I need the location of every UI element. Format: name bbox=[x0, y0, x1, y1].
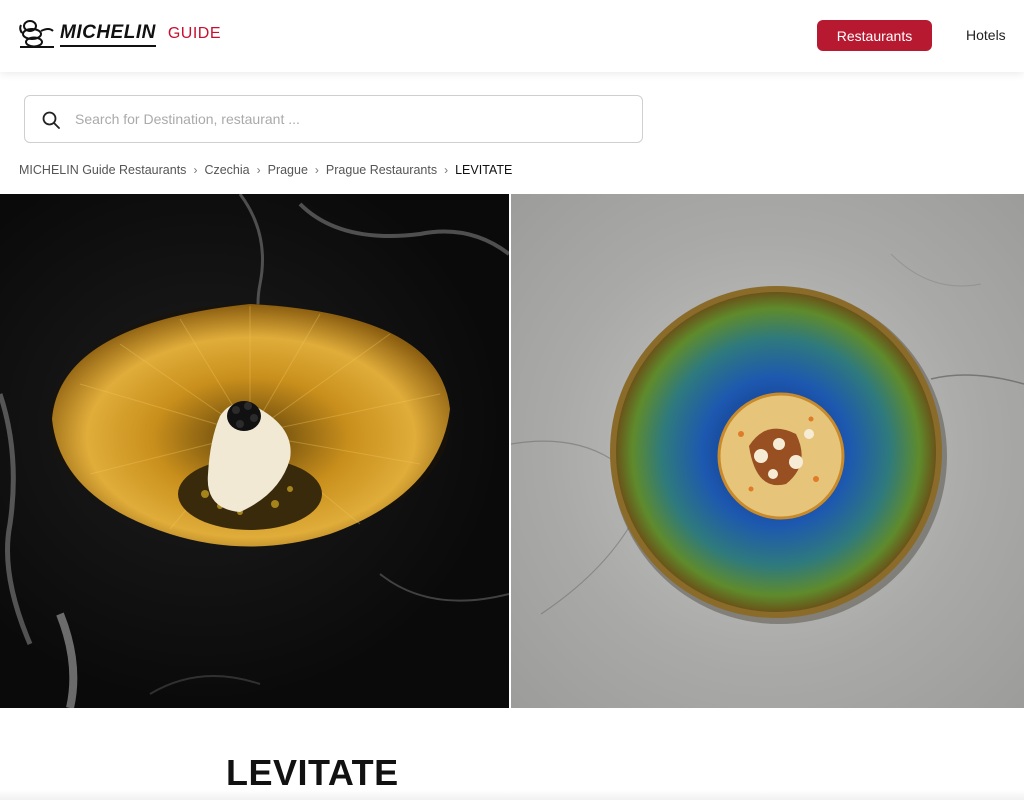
hotels-nav-link[interactable]: Hotels bbox=[966, 27, 1006, 43]
breadcrumb-item-prague-restaurants[interactable]: Prague Restaurants bbox=[326, 163, 437, 177]
breadcrumb: MICHELIN Guide Restaurants › Czechia › P… bbox=[19, 163, 512, 177]
breadcrumb-item-michelin-guide-restaurants[interactable]: MICHELIN Guide Restaurants bbox=[19, 163, 186, 177]
breadcrumb-item-current: LEVITATE bbox=[455, 163, 513, 177]
search-input[interactable] bbox=[75, 96, 625, 142]
breadcrumb-item-czechia[interactable]: Czechia bbox=[204, 163, 249, 177]
michelin-guide-logo[interactable]: MICHELIN GUIDE bbox=[18, 19, 221, 49]
chevron-right-icon: › bbox=[444, 163, 449, 177]
breadcrumb-item-prague[interactable]: Prague bbox=[268, 163, 308, 177]
logo-guide-label: GUIDE bbox=[167, 25, 221, 42]
photo-gallery bbox=[0, 194, 1024, 708]
search-bar[interactable] bbox=[24, 95, 643, 143]
site-header: MICHELIN GUIDE Restaurants Hotels bbox=[0, 0, 1024, 72]
restaurants-nav-button[interactable]: Restaurants bbox=[817, 20, 932, 51]
dish-blue-plate-illustration bbox=[511, 253, 1024, 624]
bibendum-icon bbox=[19, 20, 54, 48]
chevron-right-icon: › bbox=[256, 163, 261, 177]
logo-wordmark: MICHELIN bbox=[60, 22, 156, 47]
search-icon[interactable] bbox=[41, 110, 61, 130]
dish-blue-plate-photo[interactable] bbox=[511, 194, 1024, 708]
chevron-right-icon: › bbox=[193, 163, 198, 177]
restaurant-name-heading: LEVITATE bbox=[226, 752, 399, 793]
chevron-right-icon: › bbox=[314, 163, 319, 177]
dessert-golden-bowl-photo[interactable] bbox=[0, 194, 509, 708]
dessert-golden-bowl-illustration bbox=[0, 194, 509, 708]
content-card-edge bbox=[0, 790, 1024, 800]
